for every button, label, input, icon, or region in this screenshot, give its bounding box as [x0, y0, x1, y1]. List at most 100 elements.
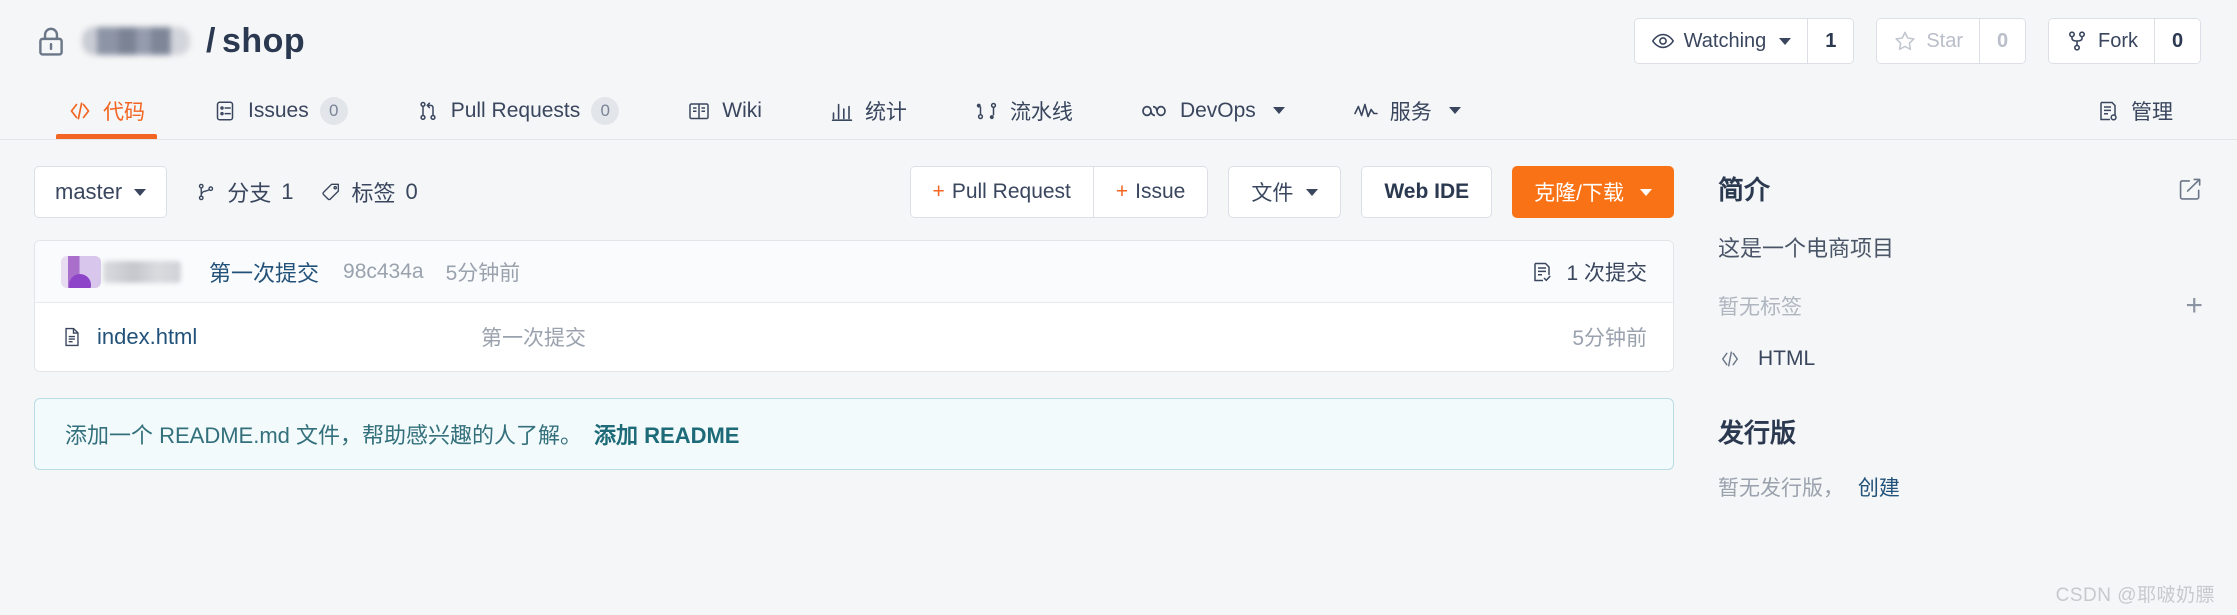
table-row[interactable]: index.html 第一次提交 5分钟前 — [35, 303, 1673, 371]
watch-button-group[interactable]: Watching 1 — [1633, 18, 1855, 64]
pipeline-icon — [975, 99, 999, 123]
chevron-down-icon — [1448, 107, 1461, 114]
tags-count: 0 — [405, 179, 418, 204]
commit-count-label: 1 次提交 — [1566, 261, 1647, 285]
fork-button-group[interactable]: Fork 0 — [2048, 18, 2201, 64]
code-icon — [68, 100, 92, 122]
tab-wiki-label: Wiki — [722, 98, 762, 122]
tab-pull-requests[interactable]: Pull Requests 0 — [382, 82, 654, 139]
new-issue-button[interactable]: + Issue — [1092, 167, 1208, 217]
star-count[interactable]: 0 — [1979, 19, 2025, 63]
sidebar-releases-row: 暂无发行版， 创建 — [1718, 472, 2203, 502]
web-ide-label: Web IDE — [1384, 180, 1470, 203]
latest-commit-row: 第一次提交 98c434a 5分钟前 1 次提交 — [35, 241, 1673, 303]
repo-name[interactable]: shop — [222, 22, 305, 60]
file-name-label: index.html — [97, 324, 198, 349]
chevron-down-icon — [1272, 107, 1285, 114]
activity-icon — [1353, 101, 1379, 121]
tab-code[interactable]: 代码 — [34, 82, 179, 139]
tab-pipeline[interactable]: 流水线 — [941, 82, 1107, 139]
settings-doc-icon — [2096, 99, 2120, 123]
tab-manage-label: 管理 — [2131, 100, 2173, 124]
sidebar-tags-empty-label: 暂无标签 — [1718, 296, 1802, 319]
clone-download-button[interactable]: 克隆/下载 — [1512, 166, 1674, 218]
chevron-down-icon — [1306, 188, 1319, 196]
repo-owner-redacted[interactable] — [82, 27, 190, 55]
repo-meta-links: 分支 1 标签 0 — [195, 176, 418, 208]
tab-pull-requests-label: Pull Requests — [450, 98, 581, 122]
tab-manage[interactable]: 管理 — [2062, 82, 2207, 139]
repo-nav-tabs: 代码 Issues 0 Pull Requests 0 Wiki 统计 流水线 … — [0, 82, 2237, 140]
star-button-group[interactable]: Star 0 — [1876, 18, 2026, 64]
toolbar-actions: + Pull Request + Issue 文件 Web IDE 克隆/下载 — [909, 166, 1674, 218]
plus-icon: + — [1115, 180, 1129, 203]
branch-icon — [195, 181, 217, 203]
commit-history-icon — [1530, 260, 1554, 284]
branches-count: 1 — [281, 179, 294, 204]
commit-message[interactable]: 第一次提交 — [209, 256, 319, 288]
sidebar-language-row[interactable]: HTML — [1718, 347, 2203, 371]
issue-icon — [213, 99, 237, 123]
file-listing-card: 第一次提交 98c434a 5分钟前 1 次提交 index.html 第一次提… — [34, 240, 1674, 372]
repo-title: / shop — [34, 22, 305, 61]
file-time: 5分钟前 — [1572, 327, 1647, 350]
repo-path: / shop — [204, 22, 305, 61]
web-ide-button[interactable]: Web IDE — [1361, 166, 1493, 218]
pull-request-icon — [416, 99, 440, 123]
star-label: Star — [1926, 29, 1963, 52]
repository-page: / shop Watching 1 Star 0 Fork 0 代码 Issue… — [0, 0, 2237, 615]
book-icon — [687, 100, 711, 122]
commit-author-redacted[interactable] — [103, 260, 181, 283]
plus-icon[interactable]: + — [2185, 291, 2203, 321]
watch-button[interactable]: Watching — [1634, 19, 1808, 63]
branch-selector[interactable]: master — [34, 166, 168, 218]
branches-label: 分支 — [227, 181, 272, 206]
avatar[interactable] — [61, 255, 101, 288]
new-pull-request-label: Pull Request — [951, 180, 1071, 203]
sidebar-tags-row: 暂无标签 + — [1718, 291, 2203, 321]
eye-icon — [1651, 29, 1675, 53]
sidebar: 简介 这是一个电商项目 暂无标签 + HTML 发行版 暂无发行版， 创建 — [1674, 140, 2203, 502]
watch-count[interactable]: 1 — [1807, 19, 1854, 63]
chevron-down-icon — [1779, 37, 1792, 45]
tab-statistics[interactable]: 统计 — [796, 82, 941, 139]
main-column: master 分支 1 标签 0 + Pull Request + Issue … — [34, 140, 1674, 502]
chevron-down-icon — [134, 188, 147, 196]
sidebar-description: 这是一个电商项目 — [1718, 236, 1895, 261]
commit-count-link[interactable]: 1 次提交 — [1530, 257, 1647, 287]
file-commit-message[interactable]: 第一次提交 — [481, 322, 586, 352]
tag-icon — [320, 181, 342, 203]
create-release-link[interactable]: 创建 — [1858, 477, 1900, 500]
file-name-cell[interactable]: index.html — [61, 324, 481, 350]
infinity-icon — [1141, 101, 1169, 121]
add-readme-link[interactable]: 添加 README — [594, 418, 739, 450]
tab-services[interactable]: 服务 — [1319, 82, 1495, 139]
code-icon — [1718, 349, 1742, 369]
files-dropdown-button[interactable]: 文件 — [1228, 166, 1342, 218]
tab-devops-label: DevOps — [1179, 98, 1256, 122]
tab-issues[interactable]: Issues 0 — [179, 82, 382, 139]
file-icon — [61, 325, 83, 349]
repo-toolbar: master 分支 1 标签 0 + Pull Request + Issue … — [34, 166, 1674, 218]
fork-count[interactable]: 0 — [2154, 19, 2200, 63]
tab-wiki[interactable]: Wiki — [653, 82, 796, 139]
branches-link[interactable]: 分支 1 — [195, 176, 294, 208]
sidebar-language-label: HTML — [1758, 347, 1816, 370]
repo-path-separator: / — [206, 21, 216, 60]
watermark: CSDN @耶啵奶膘 — [2055, 585, 2215, 606]
tags-label: 标签 — [351, 181, 396, 206]
star-icon — [1893, 29, 1917, 53]
tags-link[interactable]: 标签 0 — [320, 176, 418, 208]
new-issue-label: Issue — [1135, 180, 1186, 203]
clone-download-label: 克隆/下载 — [1534, 182, 1624, 205]
fork-button[interactable]: Fork — [2049, 19, 2154, 63]
new-pull-request-button[interactable]: + Pull Request — [910, 167, 1093, 217]
tab-statistics-label: 统计 — [864, 100, 907, 124]
star-button[interactable]: Star — [1877, 19, 1979, 63]
chevron-down-icon — [1640, 188, 1652, 196]
tab-devops[interactable]: DevOps — [1107, 82, 1319, 139]
commit-hash[interactable]: 98c434a — [343, 260, 424, 284]
fork-label: Fork — [2098, 29, 2138, 52]
edit-icon[interactable] — [2177, 176, 2203, 202]
